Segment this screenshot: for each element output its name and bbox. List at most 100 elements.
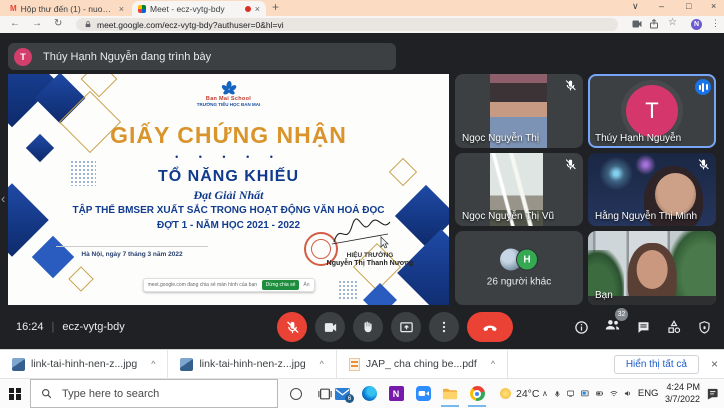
participant-tile-speaking[interactable]: T Thúy Hạnh Nguyễn — [588, 74, 716, 148]
certificate-date: Hà Nội, ngày 7 tháng 3 năm 2022 — [56, 246, 208, 258]
decor-dots — [338, 280, 358, 300]
certificate-group: TỔ NĂNG KHIẾU — [8, 168, 449, 186]
info-button[interactable] — [574, 320, 589, 335]
action-center-button[interactable] — [706, 387, 719, 400]
tray-expand-chevron[interactable]: ∧ — [542, 389, 548, 398]
others-count-label: 26 người khác — [455, 277, 583, 288]
browser-menu-icon[interactable]: ⋮ — [711, 18, 720, 29]
window-minimize-button[interactable]: – — [659, 1, 664, 11]
close-icon[interactable]: × — [119, 4, 124, 14]
mic-muted-icon — [564, 79, 577, 92]
camera-button[interactable] — [315, 312, 345, 342]
onenote-app-button[interactable]: N — [388, 384, 404, 403]
self-tile[interactable]: Bạn — [588, 231, 716, 305]
more-options-button[interactable] — [429, 312, 459, 342]
show-all-downloads-button[interactable]: Hiển thị tất cả — [614, 355, 699, 374]
tray-mic-icon[interactable] — [554, 388, 561, 400]
participant-name: Thúy Hạnh Nguyễn — [595, 133, 681, 144]
profile-avatar[interactable]: N — [691, 19, 702, 30]
search-icon — [41, 388, 52, 399]
file-explorer-button[interactable] — [442, 384, 458, 403]
download-item[interactable]: link-tai-hinh-nen-z...jpg ^ — [168, 350, 336, 378]
window-close-button[interactable]: × — [711, 1, 716, 11]
temperature-label: 24°C — [516, 388, 539, 400]
people-button[interactable]: 32 — [604, 316, 621, 338]
chat-button[interactable] — [636, 320, 651, 335]
tray-display-icon[interactable] — [581, 388, 589, 399]
address-bar[interactable]: meet.google.com/ecz-vytg-bdy?authuser=0&… — [76, 18, 618, 31]
mic-muted-button[interactable] — [277, 312, 307, 342]
tab-gmail[interactable]: M Hộp thư đến (1) - nuongntt@ba × — [4, 1, 130, 16]
taskbar-weather[interactable]: 24°C — [500, 379, 539, 408]
mail-app-button[interactable]: 6 — [334, 384, 350, 403]
hide-share-bar-button[interactable]: Ẩn — [303, 282, 309, 288]
tab-media-camera-icon[interactable] — [631, 18, 643, 30]
reload-button[interactable]: ↻ — [54, 18, 62, 29]
close-downloads-bar-icon[interactable]: × — [711, 357, 718, 371]
end-call-button[interactable] — [467, 312, 513, 342]
presentation-certificate[interactable]: Ban Mai School TRƯỜNG TIỂU HỌC BAN MAI G… — [8, 74, 449, 305]
download-caret-icon[interactable]: ^ — [491, 359, 495, 369]
new-tab-button[interactable]: + — [272, 0, 279, 14]
participant-tile[interactable]: Ngọc Nguyễn Thị — [455, 74, 583, 148]
presenting-toast: T Thúy Hạnh Nguyễn đang trình bày — [8, 43, 396, 70]
certificate-dots: • • • • • — [8, 152, 449, 162]
recording-dot-icon — [245, 6, 251, 12]
download-filename: link-tai-hinh-nen-z...jpg — [31, 358, 137, 370]
tray-volume-icon[interactable] — [624, 388, 631, 399]
camera-icon — [323, 320, 338, 335]
download-caret-icon[interactable]: ^ — [151, 359, 155, 369]
close-icon[interactable]: × — [255, 4, 260, 14]
cortana-button[interactable] — [290, 388, 302, 400]
certificate-award: Đạt Giải Nhất — [8, 188, 449, 203]
present-screen-button[interactable] — [391, 312, 421, 342]
bookmark-star-icon[interactable]: ☆ — [668, 17, 677, 28]
edge-app-button[interactable] — [361, 384, 377, 403]
taskbar-search[interactable] — [30, 379, 278, 408]
download-item[interactable]: JAP_ cha ching be...pdf ^ — [337, 350, 508, 378]
host-controls-button[interactable] — [697, 320, 712, 335]
end-call-icon — [482, 319, 498, 335]
system-tray: ∧ — [542, 379, 700, 408]
participant-video-detail — [655, 173, 696, 216]
sun-icon — [500, 388, 511, 399]
share-icon[interactable] — [648, 18, 660, 30]
meeting-code: ecz-vytg-bdy — [62, 321, 124, 333]
chrome-icon — [470, 386, 485, 401]
download-caret-icon[interactable]: ^ — [320, 359, 324, 369]
start-button[interactable] — [0, 379, 30, 408]
presenter-avatar: T — [14, 48, 32, 66]
raise-hand-button[interactable] — [353, 312, 383, 342]
tab-meet[interactable]: Meet - ecz-vytg-bdy × — [132, 1, 266, 16]
download-filename: link-tai-hinh-nen-z...jpg — [199, 358, 305, 370]
browser-titlebar: M Hộp thư đến (1) - nuongntt@ba × Meet -… — [0, 0, 724, 16]
activities-button[interactable] — [666, 319, 682, 335]
participant-tile[interactable]: Ngọc Nguyễn Thị Vũ — [455, 153, 583, 227]
tray-battery-icon[interactable] — [596, 388, 604, 399]
clock-time: 4:24 PM — [665, 382, 700, 393]
download-item[interactable]: link-tai-hinh-nen-z...jpg ^ — [0, 350, 168, 378]
onenote-icon: N — [389, 386, 404, 401]
zoom-app-button[interactable] — [415, 384, 431, 403]
participant-tile[interactable]: Hằng Nguyễn Thị Minh — [588, 153, 716, 227]
search-input[interactable] — [60, 387, 267, 401]
mic-muted-icon — [564, 158, 577, 171]
language-indicator[interactable]: ENG — [638, 388, 659, 399]
window-maximize-button[interactable]: □ — [686, 1, 691, 11]
others-tile[interactable]: H 26 người khác — [455, 231, 583, 305]
url-text: meet.google.com/ecz-vytg-bdy?authuser=0&… — [97, 20, 284, 30]
tray-device-icon[interactable] — [567, 388, 574, 399]
back-button[interactable]: ← — [10, 18, 20, 29]
taskbar-clock[interactable]: 4:24 PM 3/7/2022 — [665, 382, 700, 405]
forward-button[interactable]: → — [32, 18, 42, 29]
taskbar-apps: 6 N — [334, 379, 485, 408]
tray-wifi-icon[interactable] — [610, 388, 618, 399]
mail-badge: 6 — [345, 394, 354, 403]
window-chevron-icon[interactable]: ∨ — [632, 1, 639, 12]
previous-slide-chevron[interactable]: ‹ — [1, 191, 5, 206]
windows-taskbar: 6 N — [0, 378, 724, 408]
task-view-button[interactable] — [318, 387, 332, 401]
chrome-app-button[interactable] — [469, 384, 485, 403]
stop-sharing-button[interactable]: Dừng chia sẻ — [262, 280, 300, 290]
image-file-icon — [180, 358, 193, 371]
